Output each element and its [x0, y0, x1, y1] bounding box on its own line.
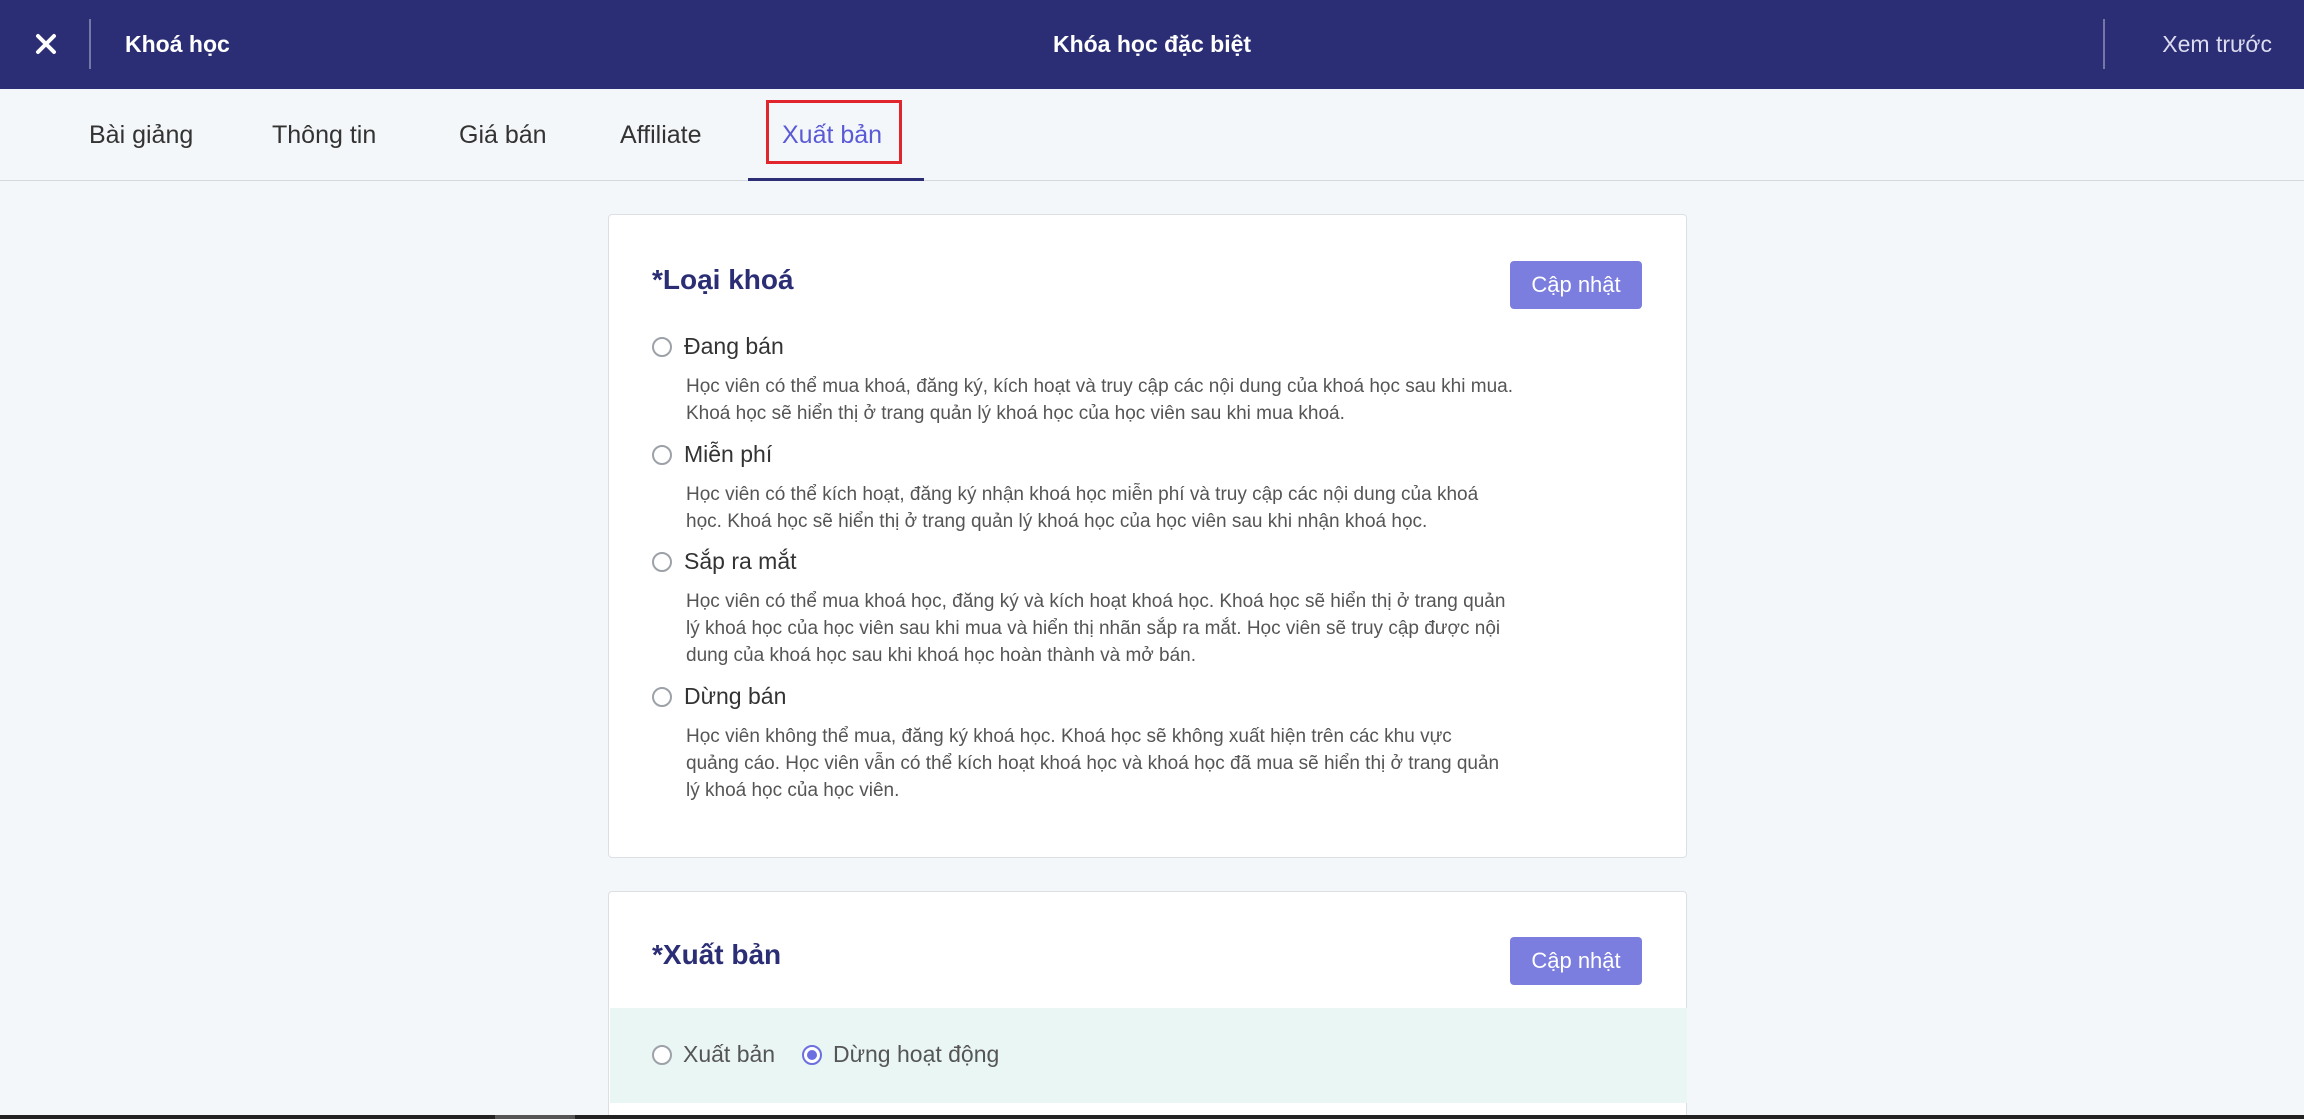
tab-publish[interactable]: Xuất bản	[782, 89, 882, 181]
close-icon[interactable]	[28, 26, 64, 62]
option-stop-selling[interactable]: Dừng bán	[652, 683, 786, 710]
option-description: Học viên có thể mua khoá, đăng ký, kích …	[686, 373, 1626, 427]
description-line: dung của khoá học sau khi khoá học hoàn …	[686, 645, 1196, 666]
option-free[interactable]: Miễn phí	[652, 441, 772, 468]
radio-coming-soon[interactable]	[652, 551, 672, 572]
radio-on-sale[interactable]	[652, 336, 672, 357]
option-description: Học viên không thể mua, đăng ký khoá học…	[686, 723, 1626, 804]
description-line: học. Khoá học sẽ hiển thị ở trang quản l…	[686, 511, 1428, 532]
option-deactivate[interactable]: Dừng hoạt động	[802, 1041, 999, 1068]
description-line: Học viên có thể kích hoạt, đăng ký nhận …	[686, 484, 1479, 505]
tab-lectures[interactable]: Bài giảng	[89, 89, 193, 181]
option-label: Đang bán	[684, 333, 784, 359]
divider	[2103, 19, 2105, 69]
back-to-courses-link[interactable]: Khoá học	[125, 28, 230, 60]
option-label: Sắp ra mắt	[684, 548, 797, 574]
option-description: Học viên có thể kích hoạt, đăng ký nhận …	[686, 481, 1626, 535]
description-line: quảng cáo. Học viên vẫn có thể kích hoạt…	[686, 753, 1500, 774]
tab-pricing[interactable]: Giá bán	[459, 89, 547, 181]
update-course-type-button[interactable]: Cập nhật	[1510, 261, 1642, 309]
scrollbar-thumb[interactable]	[495, 1115, 575, 1119]
option-label: Miễn phí	[684, 441, 773, 467]
preview-button[interactable]: Xem trước	[2162, 28, 2272, 60]
radio-stop-selling[interactable]	[652, 686, 672, 707]
option-publish[interactable]: Xuất bản	[652, 1041, 775, 1068]
top-bar: Khoá học Khóa học đặc biệt Xem trước	[0, 0, 2304, 89]
description-line: Học viên có thể mua khoá, đăng ký, kích …	[686, 376, 1513, 397]
course-type-title: *Loại khoá	[652, 264, 794, 295]
description-line: lý khoá học của học viên sau khi mua và …	[686, 618, 1501, 639]
option-label: Dừng hoạt động	[833, 1041, 1000, 1067]
option-on-sale[interactable]: Đang bán	[652, 333, 784, 360]
publish-title: *Xuất bản	[652, 939, 782, 970]
radio-free[interactable]	[652, 444, 672, 465]
radio-deactivate[interactable]	[802, 1044, 822, 1065]
publish-status-row: Xuất bản Dừng hoạt động	[610, 1008, 1687, 1103]
option-label: Dừng bán	[684, 683, 787, 709]
course-type-card: *Loại khoá Cập nhật Đang bán Học viên có…	[608, 214, 1687, 858]
tab-affiliate[interactable]: Affiliate	[620, 89, 702, 181]
page-title: Khóa học đặc biệt	[1052, 31, 1252, 57]
description-line: Khoá học sẽ hiển thị ở trang quản lý kho…	[686, 403, 1345, 424]
radio-publish[interactable]	[652, 1044, 672, 1065]
description-line: Học viên không thể mua, đăng ký khoá học…	[686, 726, 1452, 747]
active-tab-indicator	[748, 178, 924, 181]
option-coming-soon[interactable]: Sắp ra mắt	[652, 548, 797, 575]
divider	[89, 19, 91, 69]
description-line: Học viên có thể mua khoá học, đăng ký và…	[686, 591, 1506, 612]
option-label: Xuất bản	[683, 1041, 776, 1067]
window-bottom-edge	[0, 1115, 2304, 1119]
description-line: lý khoá học của học viên.	[686, 780, 900, 801]
option-description: Học viên có thể mua khoá học, đăng ký và…	[686, 588, 1626, 669]
tab-info[interactable]: Thông tin	[272, 89, 376, 181]
tab-bar: Bài giảng Thông tin Giá bán Affiliate Xu…	[0, 89, 2304, 181]
publish-card: *Xuất bản Cập nhật Xuất bản Dừng hoạt độ…	[608, 891, 1687, 1119]
update-publish-button[interactable]: Cập nhật	[1510, 937, 1642, 985]
